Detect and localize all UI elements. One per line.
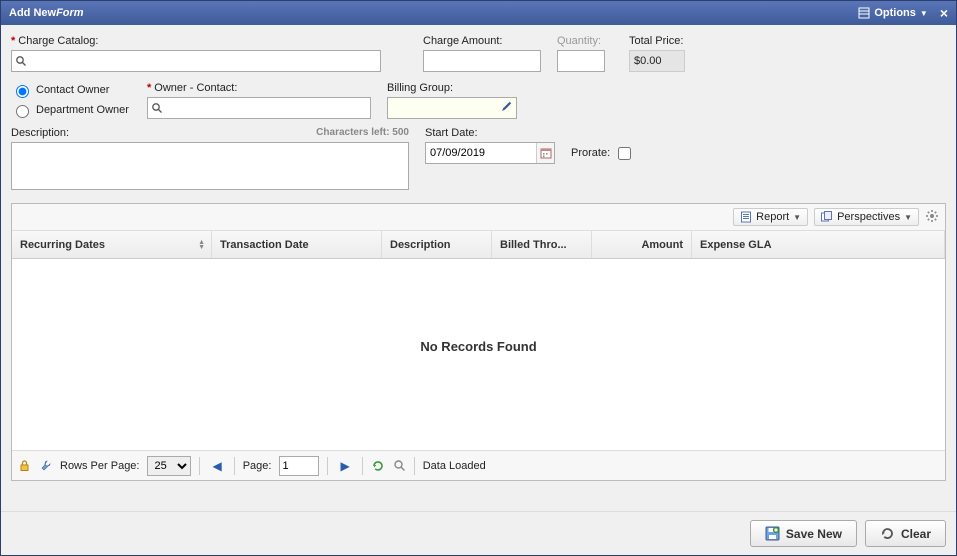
settings-button[interactable] [925,209,939,226]
description-input[interactable] [11,142,409,190]
grid-toolbar: Report ▼ Perspectives ▼ [12,204,945,231]
lock-button[interactable] [18,459,31,472]
perspectives-button[interactable]: Perspectives ▼ [814,208,919,226]
prorate-field: Prorate: [571,144,634,163]
prorate-checkbox[interactable] [618,147,631,160]
start-date-input-wrap [425,142,555,164]
col-description[interactable]: Description [382,231,492,258]
magnifier-icon [393,459,406,472]
clear-icon [880,526,895,541]
quantity-field: Quantity: [557,35,613,72]
form-area: *Charge Catalog: Charge Amount: Quantity… [1,25,956,197]
col-amount[interactable]: Amount [592,231,692,258]
charge-catalog-label: *Charge Catalog: [11,35,381,47]
pencil-icon[interactable] [501,101,512,115]
grid-status-text: Data Loaded [423,460,486,472]
start-date-field: Start Date: Prorate: [425,127,634,164]
owner-contact-field: *Owner - Contact: [147,82,371,119]
options-label: Options [874,7,916,19]
total-price-field: Total Price: $0.00 [629,35,699,72]
charge-amount-label: Charge Amount: [423,35,541,47]
billing-group-label: Billing Group: [387,82,517,94]
description-field: Description: Characters left: 500 [11,127,409,193]
refresh-icon [371,459,385,473]
grid-header: Recurring Dates ▲▼ Transaction Date Desc… [12,231,945,259]
start-date-label: Start Date: [425,127,634,139]
col-transaction-date[interactable]: Transaction Date [212,231,382,258]
refresh-button[interactable] [371,459,385,473]
col-recurring-dates[interactable]: Recurring Dates ▲▼ [12,231,212,258]
options-icon [858,7,870,19]
page-label: Page: [243,460,272,472]
department-owner-radio-input[interactable] [16,105,29,118]
zoom-button[interactable] [393,459,406,472]
billing-group-input[interactable] [387,97,517,119]
options-menu[interactable]: Options ▼ [858,7,927,19]
charge-amount-field: Charge Amount: [423,35,541,72]
no-records-text: No Records Found [420,339,536,354]
bottom-bar: Save New Clear [1,511,956,555]
chevron-down-icon: ▼ [904,213,912,222]
charge-amount-input [423,50,541,72]
window-title-suffix: Form [56,7,84,19]
owner-contact-label: *Owner - Contact: [147,82,371,94]
charge-catalog-field: *Charge Catalog: [11,35,381,72]
owner-type-group: Contact Owner Department Owner [11,82,131,118]
charge-catalog-input[interactable] [11,50,381,72]
form-row-2: Contact Owner Department Owner *Owner - … [11,82,946,119]
close-button[interactable]: × [940,5,948,21]
grid-horizontal-scrollbar[interactable] [12,434,945,450]
window-title-prefix: Add New [9,7,56,19]
prev-page-button[interactable]: ◀ [208,459,225,473]
prorate-label: Prorate: [571,147,610,159]
dialog-window: Add New Form Options ▼ × *Charge Catalog… [0,0,957,556]
gear-icon [925,209,939,223]
col-billed-through[interactable]: Billed Thro... [492,231,592,258]
report-icon [740,211,752,223]
calendar-icon [540,147,552,159]
sort-icon: ▲▼ [198,240,205,250]
owner-contact-input[interactable] [147,97,371,119]
contact-owner-radio[interactable]: Contact Owner [11,82,131,98]
quantity-input [557,50,605,72]
wrench-button[interactable] [39,459,52,472]
start-date-input[interactable] [426,143,536,163]
save-icon [765,526,780,541]
page-input[interactable] [279,456,319,476]
grid-body: No Records Found [12,259,945,434]
perspectives-icon [821,211,833,223]
form-row-1: *Charge Catalog: Charge Amount: Quantity… [11,35,946,72]
report-button[interactable]: Report ▼ [733,208,808,226]
billing-group-field: Billing Group: [387,82,517,119]
rows-per-page-label: Rows Per Page: [60,460,139,472]
rows-per-page-select[interactable]: 25 [147,456,191,476]
next-page-button[interactable]: ▶ [336,459,353,473]
chevron-down-icon: ▼ [793,213,801,222]
form-row-3: Description: Characters left: 500 Start … [11,127,946,193]
lock-icon [18,459,31,472]
characters-left-label: Characters left: 500 [316,127,409,139]
contact-owner-radio-input[interactable] [16,85,29,98]
col-expense-gla[interactable]: Expense GLA [692,231,945,258]
titlebar: Add New Form Options ▼ × [1,1,956,25]
calendar-button[interactable] [536,143,554,163]
total-price-label: Total Price: [629,35,699,47]
department-owner-radio[interactable]: Department Owner [11,102,131,118]
quantity-label: Quantity: [557,35,613,47]
wrench-icon [39,459,52,472]
chevron-down-icon: ▼ [920,9,928,18]
grid-footer: Rows Per Page: 25 ◀ Page: ▶ Data Loaded [12,450,945,480]
description-label: Description: [11,127,69,139]
grid-panel: Report ▼ Perspectives ▼ Recurring Dates … [11,203,946,481]
total-price-value: $0.00 [629,50,685,72]
clear-button[interactable]: Clear [865,520,946,547]
save-new-button[interactable]: Save New [750,520,857,547]
